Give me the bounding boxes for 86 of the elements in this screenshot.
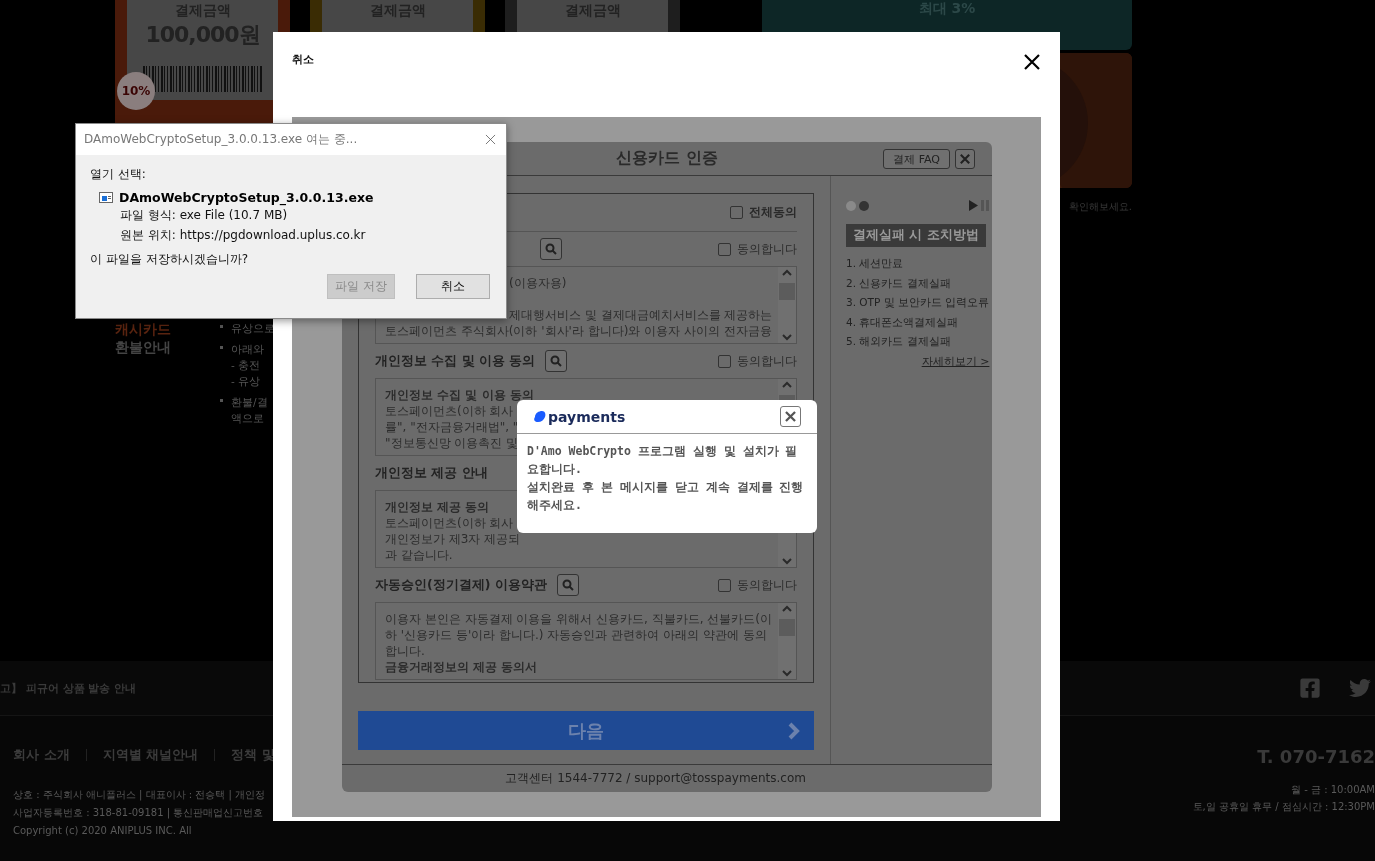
- section-title: 개인정보 수집 및 이용 동의: [375, 352, 536, 370]
- dialog-question: 이 파일을 저장하시겠습니까?: [90, 251, 249, 268]
- terms-text: 개인정보가 제3자 제공되: [385, 531, 521, 547]
- refund-title: 캐시카드: [115, 320, 172, 338]
- terms-text: 합니다.: [385, 643, 425, 659]
- agree-option[interactable]: 동의합니다: [718, 240, 797, 258]
- company-info: 상호 : 주식회사 애니플러스 | 대표이사 : 전승택 | 개인정: [13, 788, 267, 803]
- close-button[interactable]: [780, 406, 801, 427]
- support-contact: 고객센터 1544-7772 / support@tosspayments.com: [505, 770, 806, 787]
- discount-badge: 10%: [117, 72, 155, 110]
- agree-all-option[interactable]: 전체동의: [730, 204, 797, 221]
- play-icon[interactable]: [969, 200, 979, 211]
- terms-text: "정보통신망 이용촉진 및: [385, 435, 519, 451]
- window-title: 신용카드 인증: [616, 148, 718, 169]
- terms-text: 토스페이먼츠(이하 회사: [385, 403, 514, 419]
- refund-text: 액으로: [231, 411, 265, 426]
- help-item: 5. 해외카드 결제실패: [846, 334, 952, 349]
- alert-message: D'Amo WebCrypto 프로그램 실행 및 설치가 필요합니다.: [527, 443, 799, 478]
- close-icon: [1022, 52, 1042, 72]
- terms-text: 토스페이먼츠 주식회사(이하 '회사'라 합니다)와 이용자 사이의 전자금융: [385, 323, 772, 339]
- checkbox[interactable]: [730, 206, 743, 219]
- refund-title: 환불안내: [115, 338, 172, 356]
- chevron-icon: [788, 722, 800, 740]
- terms-text: 개인정보 수집 및 이용 동의: [385, 387, 534, 403]
- file-detail: 파일 형식: exe File (10.7 MB): [120, 207, 289, 224]
- help-item: 4. 휴대폰소액결제실패: [846, 314, 960, 330]
- terms-text: 이용자 본인은 자동결제 이용을 위해서 신용카드, 직불카드, 선불카드(이: [385, 611, 772, 627]
- cancel-link[interactable]: 취소: [292, 52, 314, 67]
- terms-text: 률", "전자금융거래법", ": [385, 419, 519, 435]
- terms-text: 토스페이먼츠(이하 회사: [385, 515, 514, 531]
- refund-text: - 충전: [231, 358, 262, 373]
- bullet-icon: [220, 346, 223, 349]
- search-button[interactable]: [556, 574, 579, 596]
- dialog-button[interactable]: 취소: [416, 274, 490, 299]
- refund-text: 유상으로: [231, 321, 275, 336]
- facebook-icon[interactable]: [1299, 677, 1321, 699]
- slide-dot[interactable]: [859, 200, 869, 211]
- scrollbar[interactable]: [778, 603, 796, 679]
- terms-text: 제대행서비스 및 결제대금예치서비스를 제공하는: [509, 307, 773, 323]
- close-icon: [484, 133, 497, 146]
- section-title: 개인정보 제공 안내: [375, 464, 488, 482]
- refund-text: 환불/결: [231, 395, 268, 410]
- agree-option[interactable]: 동의합니다: [718, 576, 797, 594]
- bullet-icon: [220, 399, 223, 402]
- terms-text: (이용자용): [509, 275, 567, 291]
- terms-text-area[interactable]: 이용자 본인은 자동결제 이용을 위해서 신용카드, 직불카드, 선불카드(이 하 '신용카드 등'이라 합니다.) 자동승인과 관련하여 아래의 약관에 동의 합니다. 금융거래정보의 제공 동의서: [375, 602, 797, 680]
- search-button[interactable]: [540, 238, 562, 260]
- side-heading: 결제실패 시 조치방법: [846, 224, 986, 247]
- file-name: DAmoWebCryptoSetup_3.0.0.13.exe: [119, 190, 374, 205]
- help-item: 2. 신용카드 결제실패: [846, 275, 952, 291]
- refund-text: - 유상: [231, 374, 262, 389]
- twitter-icon[interactable]: [1349, 677, 1371, 699]
- logo-icon: [533, 411, 546, 422]
- file-detail: 원본 위치: https://pgdownload.uplus.co.kr: [120, 227, 367, 244]
- terms-text: 개인정보 제공 동의: [385, 499, 490, 515]
- terms-text: 하 '신용카드 등'이라 합니다.) 자동승인과 관련하여 아래의 약관에 동의: [385, 627, 767, 643]
- brand-name: payments: [548, 408, 626, 425]
- faq-button[interactable]: 결제 FAQ: [883, 149, 950, 169]
- close-button[interactable]: [1022, 52, 1042, 72]
- checkbox[interactable]: [718, 578, 731, 592]
- search-button[interactable]: [545, 350, 568, 372]
- business-hours: 토,일 공휴일 휴무 / 점심시간 : 12:30PM: [1192, 800, 1375, 814]
- slide-dot[interactable]: [846, 200, 856, 211]
- company-info: Copyright (c) 2020 ANIPLUS INC. All: [13, 824, 193, 838]
- close-icon: [784, 410, 797, 423]
- company-info: 사업자등록번호 : 318-81-09181 | 통신판매업신고번호: [13, 806, 265, 821]
- search-icon: [561, 579, 574, 591]
- terms-text: 금융거래정보의 제공 동의서: [385, 659, 538, 675]
- checkbox[interactable]: [718, 242, 731, 256]
- checkbox[interactable]: [718, 354, 731, 368]
- more-link[interactable]: 자세히보기 >: [921, 353, 990, 369]
- section-title: 자동승인(정기결제) 이용약관: [375, 576, 547, 594]
- help-item: 1. 세션만료: [846, 256, 905, 271]
- search-icon: [550, 355, 563, 367]
- search-icon: [545, 243, 557, 255]
- file-icon: [99, 192, 113, 203]
- close-icon: [959, 153, 971, 165]
- alert-message: 설치완료 후 본 메시지를 닫고 계속 결제를 진행해주세요.: [527, 479, 805, 514]
- help-item: 3. OTP 및 보안카드 입력오류: [846, 295, 990, 310]
- business-hours: 월 - 금 : 10:00AM: [1291, 783, 1375, 797]
- bullet-icon: [220, 325, 223, 328]
- next-button[interactable]: 다음: [358, 711, 814, 750]
- refund-text: 아래와: [231, 342, 264, 357]
- agree-option[interactable]: 동의합니다: [718, 352, 797, 370]
- scrollbar[interactable]: [778, 267, 796, 343]
- terms-text: 과 같습니다.: [385, 547, 453, 563]
